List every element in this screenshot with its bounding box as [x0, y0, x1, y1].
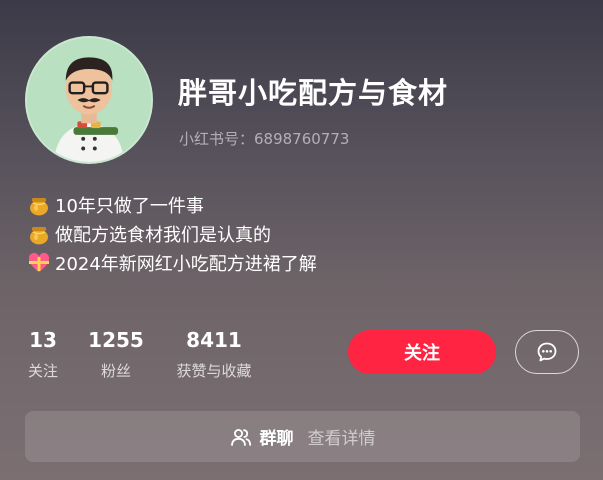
- following-label: 关注: [27, 362, 58, 380]
- followers-label: 粉丝: [100, 362, 131, 380]
- profile-nickname: 胖哥小吃配方与食材: [178, 76, 449, 110]
- stat-followers[interactable]: 1255 粉丝: [86, 328, 146, 380]
- chef-avatar-image: [27, 38, 151, 162]
- bio: 10年只做了一件事 做配方选食材我们是认真的 2024年新网红小吃配方进裙了解: [27, 190, 317, 277]
- bio-text: 2024年新网红小吃配方进裙了解: [55, 253, 317, 275]
- honey-pot-icon: [30, 197, 48, 215]
- group-chat-detail-link[interactable]: 查看详情: [308, 424, 376, 449]
- follow-button[interactable]: 关注: [348, 330, 496, 374]
- honey-pot-icon: [30, 226, 48, 244]
- bio-line: 10年只做了一件事: [27, 190, 317, 219]
- bio-line: 2024年新网红小吃配方进裙了解: [27, 248, 317, 277]
- heart-ribbon-icon: [28, 252, 50, 272]
- group-chat-bar[interactable]: 群聊 查看详情: [25, 411, 580, 462]
- chat-bubble-icon: [537, 342, 557, 362]
- bio-text: 10年只做了一件事: [55, 195, 204, 217]
- account-id: 小红书号：6898760773: [179, 130, 350, 148]
- group-users-icon: [230, 428, 251, 446]
- stat-likes[interactable]: 8411 获赞与收藏: [166, 328, 262, 380]
- following-count: 13: [29, 328, 57, 352]
- stat-following[interactable]: 13 关注: [25, 328, 61, 380]
- bio-text: 做配方选食材我们是认真的: [55, 224, 271, 246]
- avatar[interactable]: [25, 36, 153, 164]
- likes-label: 获赞与收藏: [176, 362, 252, 380]
- group-chat-title: 群聊: [259, 429, 294, 449]
- likes-count: 8411: [186, 328, 242, 352]
- bio-line: 做配方选食材我们是认真的: [27, 219, 317, 248]
- followers-count: 1255: [88, 328, 144, 352]
- message-button[interactable]: [515, 330, 579, 374]
